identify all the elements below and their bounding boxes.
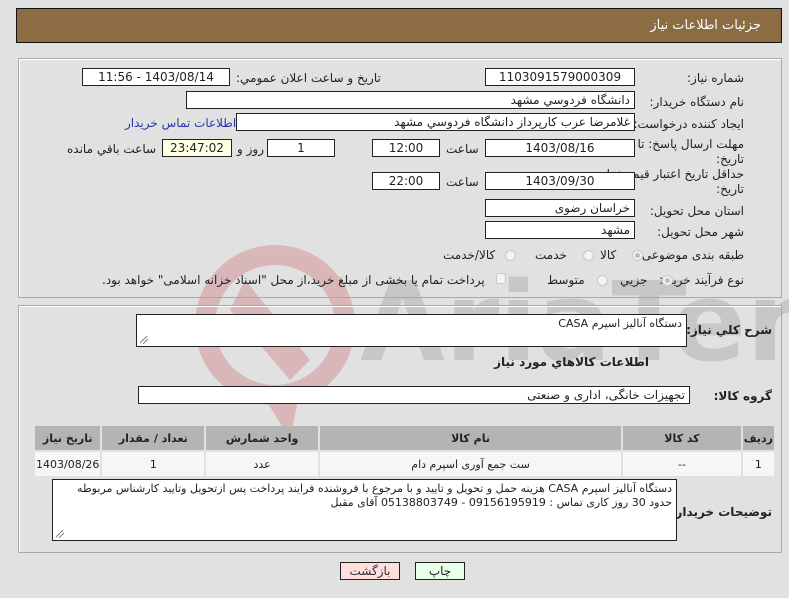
cell-goods-code: -- xyxy=(623,452,741,476)
cell-need-date: 1403/08/26 xyxy=(35,452,101,476)
treasury-checkbox[interactable] xyxy=(496,273,506,284)
category-option-goods-service: کالا/خدمت xyxy=(443,248,496,262)
cell-quantity: 1 xyxy=(102,452,205,476)
province-field: خراسان رضوی xyxy=(485,199,635,217)
remaining-time-field: 23:47:02 xyxy=(162,139,232,157)
th-goods-name: نام کالا xyxy=(320,426,622,450)
buyer-contact-link[interactable]: اطلاعات تماس خریدار xyxy=(125,116,236,130)
buyer-org-label: نام دستگاه خریدار: xyxy=(649,95,745,109)
city-field: مشهد xyxy=(485,221,635,239)
description-label: شرح کلي نیاز: xyxy=(686,323,772,337)
treasury-checkbox-label: پرداخت تمام یا بخشی از مبلغ خرید،از محل … xyxy=(102,273,485,287)
category-radio-service[interactable] xyxy=(583,250,594,261)
category-option-service: خدمت xyxy=(535,248,567,262)
table-row: 1 -- ست جمع آوری اسپرم دام عدد 1 1403/08… xyxy=(35,452,774,476)
deadline-label: مهلت ارسال پاسخ: تا تاریخ: xyxy=(637,137,744,166)
deadline-date-field: 1403/08/16 xyxy=(485,139,635,157)
back-button[interactable]: بازگشت xyxy=(340,562,400,580)
goods-group-field: تجهیزات خانگی، اداری و صنعتی xyxy=(138,386,690,404)
buyer-notes-text: دستگاه آنالیز اسپرم CASA هزینه حمل و تحو… xyxy=(77,482,672,509)
process-radio-medium[interactable] xyxy=(597,275,608,286)
price-validity-date-field: 1403/09/30 xyxy=(485,172,635,190)
category-label: طبقه بندی موضوعی: xyxy=(637,248,744,262)
remaining-label: ساعت باقي مانده xyxy=(67,142,157,156)
page-header: جزئیات اطلاعات نیاز xyxy=(16,8,782,43)
deadline-time-label: ساعت xyxy=(446,142,479,156)
th-need-date: تاریخ نیاز xyxy=(35,426,101,450)
need-number-field: 1103091579000309 xyxy=(485,68,635,86)
announce-label: تاریخ و ساعت اعلان عمومي: xyxy=(236,71,381,85)
description-textarea[interactable]: دستگاه آنالیز اسپرم CASA xyxy=(136,314,687,347)
page-title: جزئیات اطلاعات نیاز xyxy=(650,18,761,33)
days-label: روز و xyxy=(237,142,264,156)
announce-field: 1403/08/14 - 11:56 xyxy=(82,68,230,86)
province-label: استان محل تحویل: xyxy=(649,204,744,218)
deadline-time-field: 12:00 xyxy=(372,139,440,157)
price-validity-time-label: ساعت xyxy=(446,175,479,189)
print-button[interactable]: چاپ xyxy=(415,562,465,580)
buyer-org-field: دانشگاه فردوسي مشهد xyxy=(186,91,635,109)
city-label: شهر محل تحویل: xyxy=(657,225,744,239)
category-radio-goods[interactable] xyxy=(632,250,643,261)
goods-section-title: اطلاعات کالاهاي مورد نیاز xyxy=(494,355,649,369)
resize-grip-icon xyxy=(56,530,64,538)
cell-unit: عدد xyxy=(206,452,318,476)
category-option-goods: کالا xyxy=(600,248,617,262)
process-option-minor: جزیي xyxy=(620,273,648,287)
creator-field: غلامرضا عرب کارپرداز دانشگاه فردوسي مشهد xyxy=(236,113,635,131)
process-option-medium: متوسط xyxy=(547,273,585,287)
buyer-notes-label: توضیحات خریدار: xyxy=(670,505,772,519)
process-radio-minor[interactable] xyxy=(662,275,673,286)
price-validity-time-field: 22:00 xyxy=(372,172,440,190)
th-goods-code: کد کالا xyxy=(623,426,741,450)
goods-group-label: گروه کالا: xyxy=(713,389,772,403)
category-radio-goods-service[interactable] xyxy=(505,250,516,261)
th-unit: واحد شمارش xyxy=(206,426,318,450)
table-header-row: ردیف کد کالا نام کالا واحد شمارش تعداد /… xyxy=(35,426,774,450)
resize-grip-icon xyxy=(140,336,148,344)
cell-row-number: 1 xyxy=(742,452,774,476)
th-quantity: تعداد / مقدار xyxy=(102,426,205,450)
items-table: ردیف کد کالا نام کالا واحد شمارش تعداد /… xyxy=(33,424,776,478)
description-text: دستگاه آنالیز اسپرم CASA xyxy=(558,317,682,330)
buyer-notes-textarea[interactable]: دستگاه آنالیز اسپرم CASA هزینه حمل و تحو… xyxy=(52,479,677,541)
th-row-number: ردیف xyxy=(742,426,774,450)
need-number-label: شماره نیاز: xyxy=(687,71,744,85)
creator-label: ایجاد کننده درخواست: xyxy=(633,117,744,131)
items-table-wrapper: ردیف کد کالا نام کالا واحد شمارش تعداد /… xyxy=(33,424,776,478)
cell-goods-name: ست جمع آوری اسپرم دام xyxy=(320,452,622,476)
days-remaining-field: 1 xyxy=(267,139,335,157)
